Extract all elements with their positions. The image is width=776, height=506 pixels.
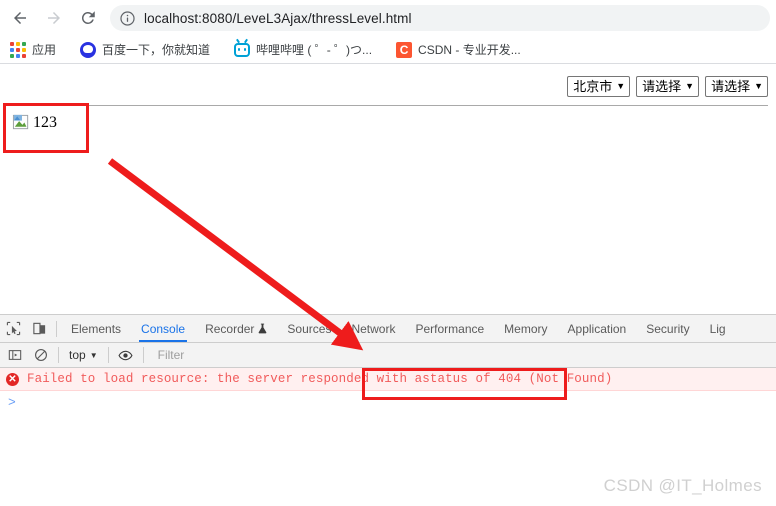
tab-application-label: Application — [567, 321, 627, 336]
device-toolbar-icon — [32, 322, 45, 335]
tab-application[interactable]: Application — [558, 315, 637, 342]
bookmark-apps-label: 应用 — [32, 43, 57, 57]
bookmark-csdn[interactable]: C CSDN - 专业开发... — [390, 39, 527, 61]
apps-grid-icon — [10, 41, 26, 58]
console-sidebar-icon — [8, 350, 22, 360]
horizontal-rule — [8, 105, 768, 106]
chevron-down-icon: ▼ — [685, 81, 695, 91]
reload-icon — [81, 11, 95, 24]
console-context-selector[interactable]: top ▼ — [63, 348, 104, 362]
console-error-status-text: status of 404 (Not Found) — [422, 372, 613, 386]
console-toolbar-divider — [58, 347, 59, 363]
tab-performance[interactable]: Performance — [405, 315, 494, 342]
watermark: CSDN @IT_Holmes — [603, 476, 762, 495]
console-error-row[interactable]: ✕ Failed to load resource: the server re… — [0, 368, 776, 391]
tab-lighthouse[interactable]: Lig — [700, 315, 736, 342]
city-select-value: 请选择 — [642, 79, 682, 94]
inspect-element-icon — [6, 321, 20, 336]
tab-performance-label: Performance — [415, 321, 485, 336]
tab-console[interactable]: Console — [131, 315, 195, 342]
bookmark-baidu[interactable]: 百度一下，你就知道 — [74, 39, 216, 61]
tab-network-label: Network — [351, 321, 396, 336]
clear-console-button[interactable] — [28, 342, 54, 368]
province-select[interactable]: 北京市 ▼ — [567, 76, 631, 97]
browser-toolbar: localhost:8080/LeveL3Ajax/thressLevel.ht… — [0, 0, 776, 36]
toolbar-divider — [56, 320, 57, 337]
bilibili-eyes — [237, 48, 247, 51]
csdn-icon: C — [396, 41, 413, 58]
live-expression-eye-icon — [118, 350, 133, 360]
chevron-down-icon: ▼ — [89, 350, 98, 360]
broken-image-alt-text: 123 — [33, 113, 57, 131]
tab-sources-label: Sources — [287, 321, 332, 336]
inspect-element-button[interactable] — [0, 316, 26, 342]
tab-elements[interactable]: Elements — [61, 315, 131, 342]
console-filter-input[interactable]: Filter — [158, 348, 185, 362]
broken-image-element[interactable]: 123 — [12, 113, 57, 132]
tab-recorder-label: Recorder — [205, 321, 255, 336]
console-error-text-before: Failed to load resource: the server resp… — [27, 372, 423, 386]
browser-window: localhost:8080/LeveL3Ajax/thressLevel.ht… — [0, 0, 776, 506]
tab-elements-label: Elements — [71, 321, 122, 336]
forward-button[interactable] — [42, 6, 66, 30]
live-expression-button[interactable] — [113, 342, 139, 368]
console-message-list: ✕ Failed to load resource: the server re… — [0, 368, 776, 413]
tab-memory-label: Memory — [504, 321, 548, 336]
bookmarks-bar: 应用 百度一下，你就知道 哔哩哔哩 ( ゜- ゜)つ... C CSDN - 专… — [0, 36, 776, 64]
tab-security[interactable]: Security — [636, 315, 699, 342]
console-prompt-row[interactable]: > — [0, 391, 776, 413]
tab-sources[interactable]: Sources — [277, 315, 341, 342]
device-toolbar-button[interactable] — [26, 316, 52, 342]
devtools-tab-bar: Elements Console Recorder Sources Networ… — [0, 315, 776, 343]
tab-lighthouse-label: Lig — [709, 321, 726, 336]
console-context-value: top — [69, 348, 86, 362]
bookmark-bilibili[interactable]: 哔哩哔哩 ( ゜- ゜)つ... — [228, 39, 378, 61]
tab-recorder[interactable]: Recorder — [195, 315, 277, 342]
back-arrow-icon — [14, 12, 26, 24]
city-select[interactable]: 请选择 ▼ — [636, 76, 700, 97]
bookmark-bilibili-label: 哔哩哔哩 ( ゜- ゜)つ... — [256, 43, 373, 57]
flask-icon — [259, 323, 267, 334]
error-badge-icon: ✕ — [6, 372, 19, 386]
bilibili-icon — [234, 43, 251, 57]
console-toolbar-divider-2 — [107, 347, 109, 363]
console-toolbar: top ▼ Filter — [0, 343, 776, 368]
reload-button[interactable] — [76, 6, 100, 30]
baidu-icon — [80, 41, 97, 58]
bookmark-apps[interactable]: 应用 — [2, 39, 62, 61]
address-bar-url: localhost:8080/LeveL3Ajax/thressLevel.ht… — [144, 10, 412, 26]
console-toolbar-divider-3 — [142, 347, 144, 363]
tab-network[interactable]: Network — [341, 315, 405, 342]
address-bar[interactable]: localhost:8080/LeveL3Ajax/thressLevel.ht… — [110, 5, 770, 31]
chevron-down-icon: ▼ — [754, 81, 763, 91]
back-button[interactable] — [8, 6, 32, 30]
cascading-select-group: 北京市 ▼ 请选择 ▼ 请选择 ▼ — [567, 76, 768, 97]
console-sidebar-button[interactable] — [2, 342, 28, 368]
page-viewport: 北京市 ▼ 请选择 ▼ 请选择 ▼ 123 — [0, 64, 776, 314]
tab-memory[interactable]: Memory — [494, 315, 557, 342]
console-prompt-chevron-icon: > — [8, 394, 16, 410]
forward-arrow-icon — [48, 12, 60, 24]
clear-console-icon — [35, 349, 47, 361]
district-select-value: 请选择 — [711, 79, 751, 94]
tab-console-label: Console — [141, 321, 186, 336]
bookmark-baidu-label: 百度一下，你就知道 — [102, 43, 211, 57]
district-select[interactable]: 请选择 ▼ — [705, 76, 768, 97]
info-circle-icon[interactable] — [119, 10, 136, 27]
broken-image-icon — [12, 114, 29, 130]
bookmark-csdn-label: CSDN - 专业开发... — [418, 43, 521, 57]
province-select-value: 北京市 — [573, 79, 613, 94]
chevron-down-icon: ▼ — [616, 81, 626, 91]
tab-security-label: Security — [646, 321, 690, 336]
